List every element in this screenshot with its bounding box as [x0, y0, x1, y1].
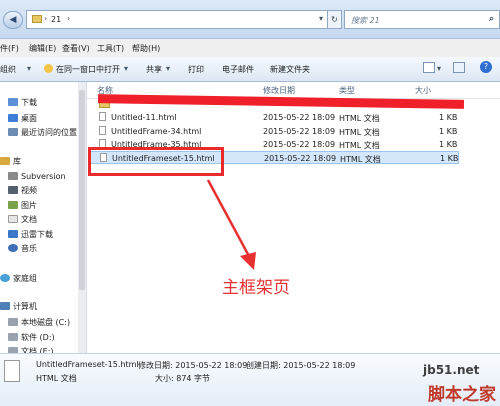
table-row[interactable]: UntitledFrame-34.html 2015-05-22 18:09 H…: [89, 125, 459, 138]
menu-help[interactable]: 帮助(H): [132, 43, 160, 54]
nav-item-videos[interactable]: 视频: [8, 185, 37, 197]
html-file-icon: [99, 112, 106, 121]
homegroup-icon: [0, 274, 10, 282]
library-icon: [0, 157, 10, 165]
menu-edit[interactable]: 编辑(E): [29, 43, 56, 54]
details-pane: UntitledFrameset-15.html 修改日期: 2015-05-2…: [0, 353, 500, 406]
table-row[interactable]: Untitled-11.html 2015-05-22 18:09 HTML 文…: [89, 111, 459, 124]
dropdown-arrow-icon[interactable]: ▾: [437, 64, 441, 73]
nav-item-documents[interactable]: 文档: [8, 214, 37, 226]
column-date[interactable]: 修改日期: [263, 85, 295, 96]
file-date: 2015-05-22 18:09: [263, 140, 336, 149]
thunder-icon: [8, 230, 18, 238]
dropdown-arrow-icon: ▾: [27, 64, 32, 73]
nav-item-libraries[interactable]: 库: [0, 156, 21, 168]
details-filename: UntitledFrameset-15.html: [36, 360, 139, 369]
email-button[interactable]: 电子邮件: [222, 64, 254, 75]
html-file-icon: [99, 126, 106, 135]
column-size[interactable]: 大小: [415, 85, 431, 96]
watermark-site: jb51.net: [423, 363, 480, 377]
dropdown-arrow-icon: ▾: [124, 64, 129, 73]
file-size: 1 KB: [440, 154, 459, 163]
back-arrow-icon[interactable]: ◀: [3, 11, 23, 29]
chevron-right-icon: ›: [67, 14, 71, 23]
navigation-pane: 下载 桌面 最近访问的位置 库 Subversion 视频 图片 文档 迅雷下载…: [0, 82, 87, 356]
file-size: 1 KB: [439, 127, 458, 136]
document-icon: [8, 215, 18, 223]
search-input[interactable]: 搜索 21 ⌕: [344, 10, 500, 29]
print-button[interactable]: 打印: [188, 64, 204, 75]
arrow-head: [240, 252, 256, 270]
file-date: 2015-05-22 18:09: [263, 127, 336, 136]
new-folder-button[interactable]: 新建文件夹: [270, 64, 310, 75]
search-placeholder: 搜索 21: [351, 16, 380, 25]
dropdown-arrow-icon[interactable]: ▾: [319, 14, 323, 23]
file-size: 1 KB: [439, 140, 458, 149]
nav-item-recent-places[interactable]: 最近访问的位置: [8, 127, 77, 139]
nav-item-computer[interactable]: 计算机: [0, 301, 37, 313]
menu-view[interactable]: 查看(V): [62, 43, 90, 54]
annotation-label: 主框架页: [222, 278, 290, 298]
details-size: 大小: 874 字节: [155, 374, 211, 383]
file-name: UntitledFrame-34.html: [111, 127, 202, 136]
file-type: HTML 文档: [339, 141, 380, 150]
path-text: 21: [51, 15, 62, 24]
nav-item-drive-d[interactable]: 软件 (D:): [8, 332, 55, 344]
nav-scrollbar-thumb[interactable]: [79, 90, 85, 290]
address-bar: ◀ › 21 › ▾ ↻ 搜索 21 ⌕: [0, 0, 500, 39]
nav-item-thunder-downloads[interactable]: 迅雷下载: [8, 229, 53, 241]
file-type: HTML 文档: [340, 155, 381, 164]
file-size: 1 KB: [439, 113, 458, 122]
open-in-same-window-button[interactable]: 在同一窗口中打开: [56, 64, 120, 75]
nav-item-music[interactable]: 音乐: [8, 243, 37, 255]
path-input[interactable]: › 21 › ▾: [26, 10, 328, 29]
share-button[interactable]: 共享: [146, 64, 162, 75]
preview-pane-icon[interactable]: [453, 62, 465, 73]
file-date: 2015-05-22 18:09: [264, 154, 337, 163]
subversion-icon: [8, 172, 18, 180]
refresh-button[interactable]: ↻: [328, 10, 342, 29]
file-name: Untitled-11.html: [111, 113, 177, 122]
drive-icon: [8, 318, 18, 326]
drive-icon: [8, 333, 18, 341]
nav-item-drive-c[interactable]: 本地磁盘 (C:): [8, 317, 70, 329]
open-icon: [44, 64, 53, 73]
details-created: 创建日期: 2015-05-22 18:09: [246, 361, 356, 370]
recent-places-icon: [8, 128, 18, 136]
chevron-right-icon: ›: [44, 14, 48, 23]
computer-icon: [0, 302, 10, 310]
toolbar: 组织 ▾ 在同一窗口中打开 ▾ 共享 ▾ 打印 电子邮件 新建文件夹 ▾ ?: [0, 57, 500, 82]
picture-icon: [8, 201, 18, 209]
file-type: HTML 文档: [339, 114, 380, 123]
download-icon: [8, 98, 18, 106]
highlight-box: [88, 147, 224, 176]
view-options-icon[interactable]: [423, 62, 435, 73]
desktop-icon: [8, 114, 18, 122]
nav-item-subversion[interactable]: Subversion: [8, 171, 66, 183]
folder-icon: [32, 15, 42, 23]
nav-item-homegroup[interactable]: 家庭组: [0, 273, 37, 285]
details-type: HTML 文档: [36, 374, 77, 383]
music-icon: [8, 244, 18, 252]
file-date: 2015-05-22 18:09: [263, 113, 336, 122]
annotation-arrow: [206, 179, 256, 270]
organize-button[interactable]: 组织: [0, 64, 16, 75]
menu-bar: 件(F) 编辑(E) 查看(V) 工具(T) 帮助(H): [0, 39, 500, 58]
menu-tools[interactable]: 工具(T): [97, 43, 124, 54]
video-icon: [8, 186, 18, 194]
menu-file[interactable]: 件(F): [0, 43, 19, 54]
column-type[interactable]: 类型: [339, 85, 355, 96]
arrow-line: [206, 179, 252, 259]
nav-item-downloads[interactable]: 下载: [8, 97, 37, 109]
nav-item-desktop[interactable]: 桌面: [8, 113, 37, 125]
nav-item-pictures[interactable]: 图片: [8, 200, 37, 212]
help-icon[interactable]: ?: [480, 61, 492, 73]
dropdown-arrow-icon: ▾: [166, 64, 171, 73]
search-icon: ⌕: [488, 14, 494, 24]
file-type: HTML 文档: [339, 128, 380, 137]
watermark-brand: 脚本之家: [428, 385, 496, 405]
html-file-icon: [4, 360, 20, 382]
details-modified: 修改日期: 2015-05-22 18:09: [138, 361, 248, 370]
